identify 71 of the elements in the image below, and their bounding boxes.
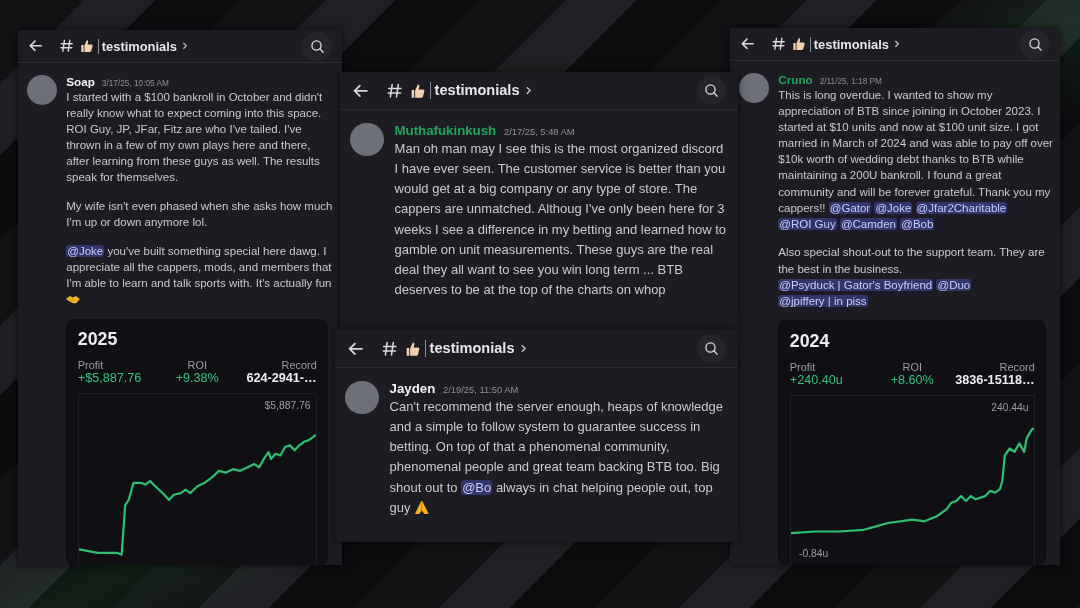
user-mention[interactable]: @Bo	[461, 479, 493, 495]
stat-label: Profit	[77, 359, 105, 372]
hash-icon	[381, 339, 399, 358]
message-text: Man oh man may I see this is the most organized discord I have ever seen. The customer service is better than you would get at a big company or any type of store. The cappers are unmatched. Althoug I've only been here for 3 weeks I see a difference in my betting and learned how to gamble on unit measurements. These guys are the real deal they all want to see you win long term ... BTB deserves to be at the top of the charts on whop	[394, 140, 728, 299]
channel-name-button[interactable]: testimonials	[813, 36, 902, 52]
search-icon	[1026, 35, 1044, 53]
message-text: Can't recommend the server enough, heaps of knowledge and a simple to follow system to guarantee success in betting. On top of that a phenomenal community, phenomenal people and great team backing BTB too. Big shout out to @Bo always in chat helping people out, top guy	[389, 398, 725, 517]
chevron-icon	[180, 41, 190, 51]
search-icon	[308, 37, 326, 55]
stat-label: Profit	[789, 360, 817, 373]
hash-icon	[58, 38, 75, 54]
message-text: My wife isn't even phased when she asks how much I'm up or down anymore lol.	[66, 199, 334, 231]
user-mention[interactable]: @Gator	[828, 201, 872, 214]
back-arrow-icon[interactable]	[740, 36, 756, 52]
back-arrow-icon[interactable]	[28, 38, 44, 54]
hash-icon	[386, 81, 404, 100]
user-mention[interactable]: @jpiffery | in piss	[778, 294, 868, 307]
search-button[interactable]	[697, 333, 727, 363]
message-timestamp: 2/19/25, 11:50 AM	[443, 384, 519, 395]
search-icon	[703, 340, 720, 357]
user-mention[interactable]: @Jfar2Charitable	[915, 201, 1008, 214]
channel-name-button[interactable]: testimonials	[429, 340, 530, 357]
stat-value: +9.38%	[175, 371, 219, 386]
stat-value: +$5,887.76	[77, 371, 143, 386]
chevron-icon	[892, 39, 902, 49]
avatar-placeholder	[350, 122, 385, 157]
search-button[interactable]	[697, 75, 727, 105]
channel-name-button[interactable]: testimonials	[434, 82, 535, 99]
chart-high-label: $5,887.76	[264, 400, 311, 412]
message-text: I started with a $100 bankroll in October and didn't really know what to expect coming into this space. ROI Guy, JP, JFar, Fitz are who I've tailed. I've thrown in a few of my own plays here and there, after learning from these guys as well. The results speak for themselves.	[66, 90, 324, 186]
message-text: @Joke you've built something special here dawg. I appreciate all the cappers, mods, and members that I'm able to learn and talk sports with. It's actually fun	[66, 243, 336, 308]
user-mention[interactable]: @Bob	[900, 217, 935, 230]
user-mention[interactable]: @Camden	[839, 217, 898, 230]
stat-label: Record	[281, 359, 317, 372]
search-button[interactable]	[302, 31, 332, 61]
channel-name-button[interactable]: testimonials	[101, 38, 190, 54]
avatar-placeholder	[345, 380, 380, 415]
message-timestamp: 3/17/25, 10:05 AM	[101, 78, 169, 88]
stat-value: 624-2941-…	[246, 371, 317, 386]
thumbs-up-icon	[790, 36, 807, 52]
stat-label: Record	[999, 360, 1035, 373]
user-mention[interactable]: @Joke	[66, 245, 105, 257]
handshake-icon	[66, 293, 81, 305]
search-button[interactable]	[1020, 29, 1050, 59]
author-name[interactable]: Jayden	[389, 380, 436, 396]
search-icon	[703, 82, 720, 99]
author-name[interactable]: Soap	[66, 74, 95, 88]
hash-icon	[770, 36, 787, 52]
stat-value: +8.60%	[890, 372, 934, 387]
message-timestamp: 2/17/25, 5:48 AM	[503, 126, 575, 137]
thumbs-up-icon	[78, 38, 95, 54]
stat-label: ROI	[187, 359, 207, 372]
message-text: Also special shout-out to the support team. They are the best in the business. @Psyduck | Gator's Boyfriend @Duo @jpiffery | in piss	[778, 245, 1046, 309]
author-name[interactable]: Muthafukinkush	[394, 122, 497, 138]
year-heading: 2024	[789, 330, 831, 352]
praying-hands-icon	[414, 500, 430, 514]
message-timestamp: 2/11/25, 1:18 PM	[819, 76, 882, 86]
chart-high-label: 240.44u	[991, 401, 1029, 413]
user-mention[interactable]: @Psyduck | Gator's Boyfriend	[778, 278, 934, 291]
chart-low-label: -0.84u	[799, 547, 829, 559]
user-mention[interactable]: @ROI Guy	[778, 217, 837, 230]
avatar-placeholder	[27, 74, 58, 105]
author-name[interactable]: Cruno	[778, 72, 813, 86]
user-mention[interactable]: @Joke	[874, 201, 913, 214]
stat-label: ROI	[902, 360, 922, 373]
stat-value: 3836-15118…	[955, 372, 1035, 387]
message-text: This is long overdue. I wanted to show my appreciation of BTB since joining in October 2023. I started at $10 units and now at $100 unit size. I got married in March of 2024 and was able to pay off over $10k worth of wedding debt thanks to BTB while maintaining a 200U bankroll. I found a great community and will be forever grateful. Thank you my cappers!! @Gator @Joke @Jfar2Charitable @ROI Guy @Camden @Bob	[778, 88, 1054, 232]
user-mention[interactable]: @Duo	[936, 278, 972, 291]
stat-value: +240.40u	[789, 372, 844, 387]
avatar-placeholder	[739, 72, 770, 103]
year-heading: 2025	[77, 329, 119, 351]
